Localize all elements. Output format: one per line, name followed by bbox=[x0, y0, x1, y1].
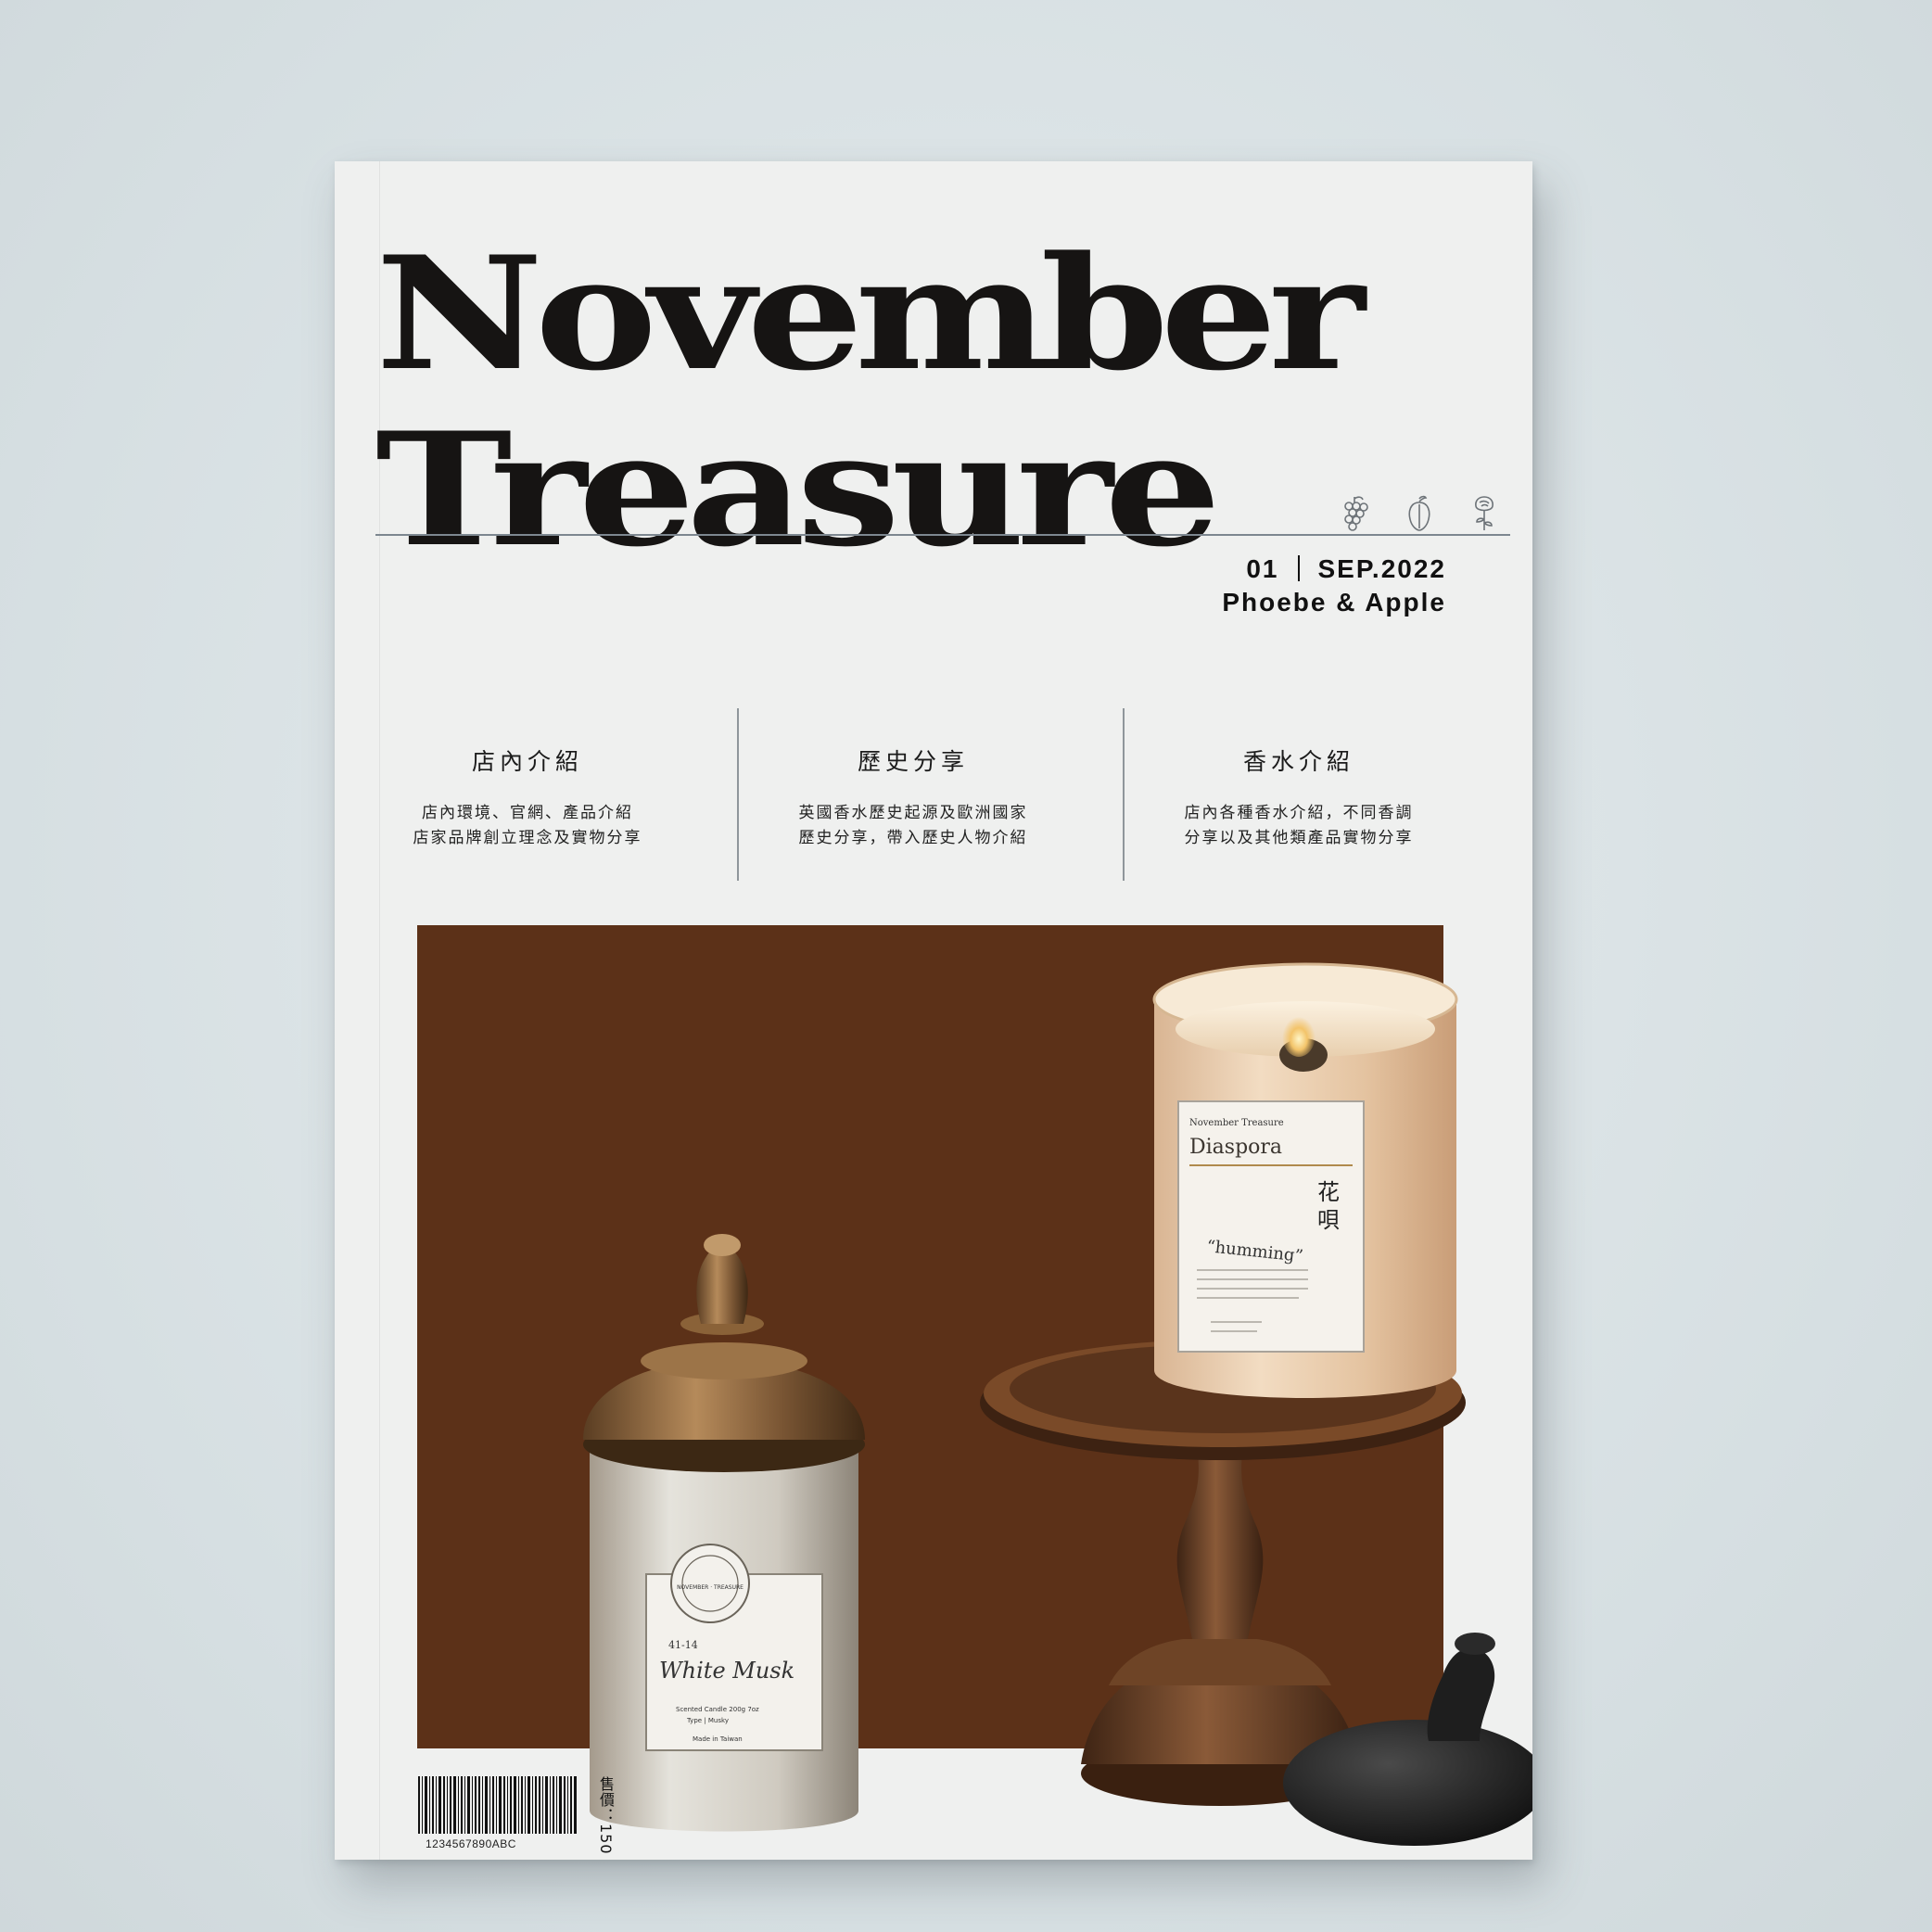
barcode-number: 1234567890ABC bbox=[426, 1837, 516, 1850]
fruit-icon bbox=[1408, 495, 1430, 531]
section-heading: 香水介紹 bbox=[1242, 748, 1354, 775]
section-line: 店內環境、官網、產品介紹 bbox=[422, 804, 633, 822]
candle-label-seal: NOVEMBER · TREASURE bbox=[677, 1584, 744, 1591]
candle-label-spec: Scented Candle 200g 7oz bbox=[676, 1706, 759, 1713]
candle-label-number: 41-14 bbox=[668, 1639, 698, 1651]
candle-label-name: Diaspora bbox=[1189, 1136, 1282, 1159]
title-rule bbox=[375, 534, 1510, 536]
section-description: 店內各種香水介紹，不同香調 分享以及其他類產品實物分享 bbox=[1106, 801, 1492, 851]
product-photo: November Treasure Diaspora 花 唄 “humming” bbox=[335, 925, 1532, 1860]
section-line: 英國香水歷史起源及歐洲國家 bbox=[798, 804, 1028, 822]
barcode bbox=[418, 1776, 577, 1834]
rose-icon bbox=[1475, 496, 1493, 530]
issue-number: 01 bbox=[1246, 554, 1279, 583]
candle-illustration: November Treasure Diaspora 花 唄 “humming” bbox=[417, 925, 1532, 1846]
section-heading: 店內介紹 bbox=[471, 748, 583, 775]
section-divider bbox=[737, 708, 739, 881]
section-store-intro: 店內介紹 店內環境、官網、產品介紹 店家品牌創立理念及實物分享 bbox=[335, 708, 720, 881]
section-heading: 歷史分享 bbox=[857, 748, 969, 775]
authors: Phoebe & Apple bbox=[1222, 588, 1446, 616]
cover-title-line2: Treasure bbox=[375, 398, 1221, 581]
candle-label-name: White Musk bbox=[659, 1658, 794, 1684]
fruit-icon-row bbox=[1336, 493, 1503, 532]
issue-separator bbox=[1297, 555, 1300, 581]
candle-label-origin: Made in Taiwan bbox=[693, 1735, 743, 1743]
magazine-cover: November Treasure 01 SEP.2022 Phoebe & Ap… bbox=[335, 161, 1532, 1860]
issue-date: SEP.2022 bbox=[1317, 554, 1446, 583]
candle-label-brand: November Treasure bbox=[1189, 1118, 1284, 1128]
section-line: 歷史分享，帶入歷史人物介紹 bbox=[798, 829, 1028, 847]
candle-label-type: Type | Musky bbox=[686, 1717, 729, 1724]
section-description: 店內環境、官網、產品介紹 店家品牌創立理念及實物分享 bbox=[335, 801, 720, 851]
section-description: 英國香水歷史起源及歐洲國家 歷史分享，帶入歷史人物介紹 bbox=[720, 801, 1106, 851]
section-line: 店家品牌創立理念及實物分享 bbox=[413, 829, 642, 847]
section-row: 店內介紹 店內環境、官網、產品介紹 店家品牌創立理念及實物分享 歷史分享 英國香… bbox=[335, 708, 1532, 881]
section-line: 分享以及其他類產品實物分享 bbox=[1184, 829, 1414, 847]
section-divider bbox=[1123, 708, 1125, 881]
grapes-icon bbox=[1344, 496, 1368, 531]
price-label: 售價：150 bbox=[597, 1776, 615, 1855]
section-history: 歷史分享 英國香水歷史起源及歐洲國家 歷史分享，帶入歷史人物介紹 bbox=[720, 708, 1106, 881]
section-perfume: 香水介紹 店內各種香水介紹，不同香調 分享以及其他類產品實物分享 bbox=[1106, 708, 1492, 881]
candle-label-chinese-1: 花 bbox=[1317, 1179, 1340, 1205]
cover-title-line1: November bbox=[375, 222, 1366, 405]
issue-info: 01 SEP.2022 bbox=[1246, 554, 1446, 584]
candle-label-chinese-2: 唄 bbox=[1317, 1207, 1340, 1233]
section-line: 店內各種香水介紹，不同香調 bbox=[1184, 804, 1414, 822]
